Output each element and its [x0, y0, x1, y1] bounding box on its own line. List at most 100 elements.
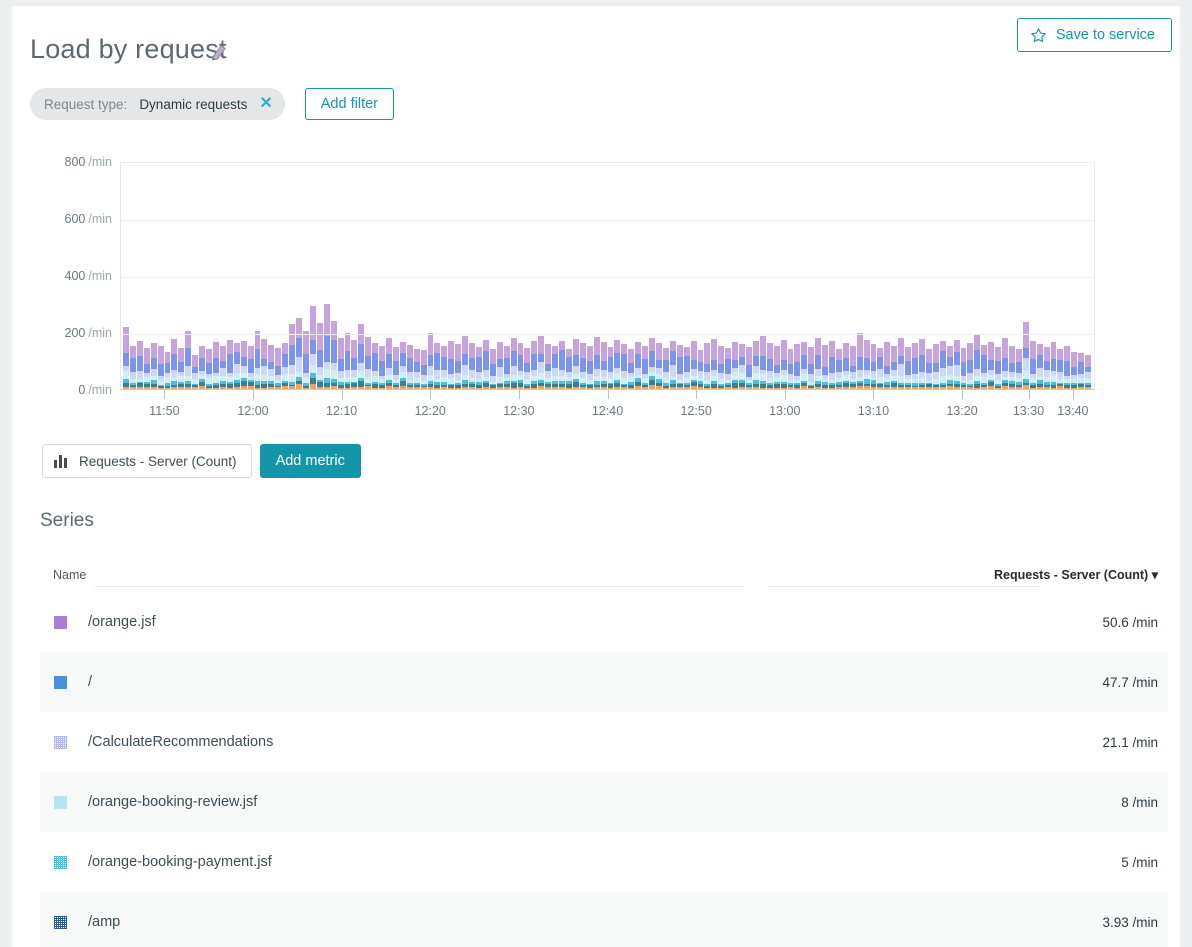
chart-bar[interactable] — [275, 347, 282, 389]
chart-bar[interactable] — [337, 338, 344, 389]
chart-bar[interactable] — [531, 340, 538, 389]
chart-bar[interactable] — [199, 346, 206, 389]
chart-bar[interactable] — [697, 349, 704, 389]
chart-bar[interactable] — [261, 339, 268, 389]
chart-bar[interactable] — [496, 342, 503, 389]
chart-bar[interactable] — [316, 322, 323, 389]
table-row[interactable]: /orange-booking-payment.jsf 5 /min — [40, 832, 1168, 892]
chart-bar[interactable] — [489, 349, 496, 389]
chart-bar[interactable] — [212, 342, 219, 389]
chart-bar[interactable] — [586, 345, 593, 389]
chart-bar[interactable] — [552, 346, 559, 389]
pencil-icon[interactable] — [208, 42, 230, 64]
table-row[interactable]: /CalculateRecommendations 21.1 /min — [40, 712, 1168, 772]
chart-bar[interactable] — [655, 342, 662, 389]
chart-bar[interactable] — [247, 346, 254, 389]
chart-bar[interactable] — [676, 344, 683, 389]
table-row[interactable]: /orange-booking-review.jsf 8 /min — [40, 772, 1168, 832]
chart-bar[interactable] — [939, 341, 946, 389]
chart-bar[interactable] — [877, 347, 884, 389]
chart-bar[interactable] — [427, 333, 434, 389]
chart-bar[interactable] — [365, 336, 372, 389]
chart-bar[interactable] — [420, 349, 427, 389]
chart-bar[interactable] — [136, 340, 143, 389]
chart-bar[interactable] — [185, 330, 192, 389]
chart-bar[interactable] — [1009, 345, 1015, 389]
chart-bar[interactable] — [593, 336, 600, 389]
chart-bar[interactable] — [386, 338, 392, 389]
chart-bar[interactable] — [206, 349, 212, 389]
chart-bar[interactable] — [545, 344, 552, 389]
chart-bar[interactable] — [628, 349, 635, 389]
chart-bar[interactable] — [745, 346, 752, 389]
chart-bar[interactable] — [392, 346, 399, 389]
chart-bar[interactable] — [282, 343, 289, 389]
chart-bar[interactable] — [1015, 348, 1022, 389]
chart-bar[interactable] — [413, 348, 420, 389]
chart-bar[interactable] — [309, 306, 316, 389]
chart-bar[interactable] — [566, 348, 572, 389]
chart-bar[interactable] — [462, 335, 469, 389]
chart-bar[interactable] — [739, 344, 745, 389]
chart-bar[interactable] — [704, 343, 711, 389]
table-row[interactable]: / 47.7 /min — [40, 652, 1168, 712]
chart-bar[interactable] — [441, 346, 448, 389]
chart-bar[interactable] — [323, 304, 330, 389]
add-filter-button[interactable]: Add filter — [304, 88, 394, 120]
chart-bar[interactable] — [946, 346, 953, 389]
chart-bar[interactable] — [960, 347, 967, 389]
chart-bar[interactable] — [302, 330, 309, 389]
chart-bar[interactable] — [690, 341, 697, 389]
chart-bar[interactable] — [967, 343, 974, 389]
chart-bar[interactable] — [642, 346, 649, 389]
chart-bar[interactable] — [455, 344, 462, 389]
chart-bar[interactable] — [448, 340, 455, 389]
chart-bar[interactable] — [406, 344, 413, 389]
chart-bar[interactable] — [1043, 346, 1050, 389]
chart-bar[interactable] — [919, 339, 925, 389]
chart-bar[interactable] — [662, 347, 669, 389]
chart-bar[interactable] — [503, 345, 510, 389]
chart-bar[interactable] — [801, 342, 808, 389]
chart-bar[interactable] — [164, 352, 171, 389]
chart-bar[interactable] — [399, 342, 406, 389]
chart-bar[interactable] — [240, 341, 247, 389]
chart-bar[interactable] — [559, 341, 565, 389]
chart-bar[interactable] — [925, 349, 932, 389]
table-row[interactable]: /amp 3.93 /min — [40, 892, 1168, 947]
add-metric-button[interactable]: Add metric — [259, 444, 361, 478]
chart-bar[interactable] — [129, 346, 136, 389]
chart-bar[interactable] — [649, 338, 655, 389]
chart-bar[interactable] — [143, 347, 150, 389]
chart-bar[interactable] — [759, 336, 766, 389]
metric-chip-requests-server[interactable]: Requests - Server (Count) — [42, 444, 252, 478]
chart-bar[interactable] — [905, 346, 912, 389]
chart-bar[interactable] — [600, 342, 607, 389]
chart-bar[interactable] — [863, 340, 870, 389]
chart-bar[interactable] — [296, 318, 302, 389]
chart-bar[interactable] — [1036, 344, 1043, 389]
chart-bar[interactable] — [870, 344, 877, 389]
chart-bar[interactable] — [884, 342, 891, 389]
chart-bar[interactable] — [842, 343, 849, 389]
chart-bar[interactable] — [614, 340, 621, 389]
chart-bar[interactable] — [379, 346, 386, 389]
chart-bar[interactable] — [330, 320, 337, 389]
chart-bar[interactable] — [773, 346, 780, 389]
chart-bar[interactable] — [752, 340, 759, 389]
chart-bar[interactable] — [669, 340, 676, 389]
chart-bar[interactable] — [192, 354, 199, 389]
chart-bar[interactable] — [981, 344, 988, 389]
chart-bar[interactable] — [849, 346, 856, 389]
filter-chip-request-type[interactable]: Request type: Dynamic requests ✕ — [30, 88, 285, 120]
chart-bar[interactable] — [538, 336, 545, 389]
chart-bar[interactable] — [1002, 338, 1008, 389]
chart-bar[interactable] — [219, 345, 226, 389]
chart-bar[interactable] — [780, 340, 787, 389]
table-row[interactable]: /orange.jsf 50.6 /min — [40, 592, 1168, 652]
chart-bar[interactable] — [835, 348, 842, 389]
chart-bar[interactable] — [372, 343, 379, 389]
chart-bar[interactable] — [469, 342, 476, 389]
chart-bar[interactable] — [808, 346, 815, 389]
chart-bar[interactable] — [233, 343, 240, 389]
